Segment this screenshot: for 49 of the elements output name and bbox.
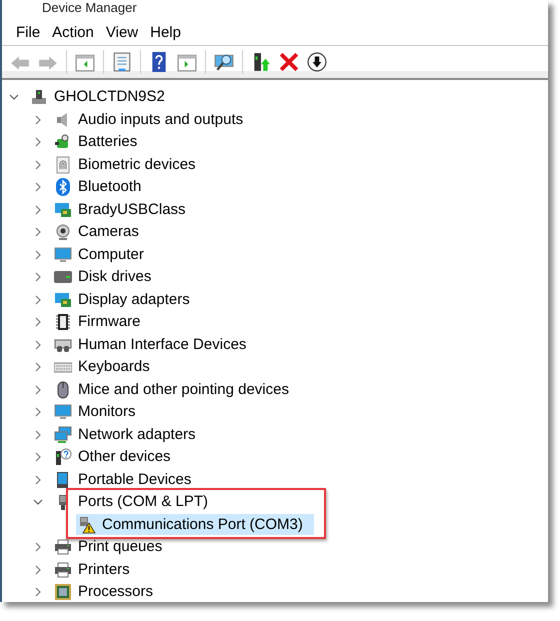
tree-item[interactable]: Cameras bbox=[52, 222, 150, 243]
document-list-icon bbox=[112, 52, 132, 72]
tree-item[interactable]: GHOLCTDN9S2 bbox=[28, 86, 176, 108]
webcam-icon bbox=[54, 223, 72, 242]
monitor-circuit-board-icon bbox=[54, 200, 72, 219]
x-icon bbox=[279, 52, 299, 72]
device-question-icon bbox=[54, 448, 72, 466]
tree-item[interactable]: Display adapters bbox=[52, 289, 201, 310]
tree-item[interactable]: Keyboards bbox=[52, 356, 161, 378]
chip-icon bbox=[54, 313, 72, 332]
monitor-magnifier-icon bbox=[214, 52, 234, 72]
monitor-icon bbox=[54, 246, 72, 264]
tree-item[interactable]: Processors bbox=[52, 582, 164, 602]
tree-item[interactable]: Network adapters bbox=[52, 424, 207, 446]
bluetooth-icon bbox=[54, 178, 72, 196]
tree-item[interactable]: Printers bbox=[52, 559, 141, 580]
menu-item[interactable]: View bbox=[102, 22, 148, 45]
tree-item[interactable]: Print queues bbox=[52, 536, 174, 558]
tree-item[interactable]: Portable Devices bbox=[52, 469, 202, 490]
tree-item[interactable]: Human Interface Devices bbox=[52, 334, 258, 356]
fingerprint-icon bbox=[54, 156, 72, 174]
tree-item[interactable]: Bluetooth bbox=[52, 176, 152, 198]
printer-icon bbox=[54, 560, 72, 579]
tree-item[interactable]: Other devices bbox=[52, 446, 182, 468]
tree-item[interactable]: Audio inputs and outputs bbox=[52, 109, 254, 130]
tree-item[interactable]: Biometric devices bbox=[52, 154, 207, 176]
tree-item[interactable]: BradyUSBClass bbox=[52, 199, 197, 220]
network-monitors-icon bbox=[54, 426, 72, 444]
processor-icon bbox=[54, 583, 72, 602]
tree-item[interactable]: Ports (COM & LPT) bbox=[52, 492, 220, 513]
tree-item[interactable]: Disk drives bbox=[52, 266, 162, 288]
pane-window-icon bbox=[177, 52, 197, 72]
tree-item[interactable]: Communications Port (COM3) bbox=[76, 514, 314, 536]
tree-item[interactable]: Mice and other pointing devices bbox=[52, 379, 300, 400]
tree-item[interactable]: Batteries bbox=[52, 132, 148, 153]
down-arrow-circle-icon bbox=[307, 52, 327, 72]
connector-warning-icon bbox=[78, 516, 96, 534]
tree-item[interactable]: Monitors bbox=[52, 402, 147, 423]
window-title: Device Manager bbox=[42, 0, 137, 16]
monitor-circuit-board-icon bbox=[54, 290, 72, 309]
pane-window-icon bbox=[75, 52, 95, 72]
menu-item[interactable]: Action bbox=[49, 22, 103, 45]
computer-icon bbox=[30, 88, 48, 106]
monitor-icon bbox=[54, 403, 72, 422]
tree-item[interactable]: Firmware bbox=[52, 312, 152, 333]
printer-icon bbox=[54, 538, 72, 556]
menu-item[interactable]: File bbox=[13, 22, 50, 45]
menu-item[interactable]: Help bbox=[147, 22, 190, 45]
tree-item[interactable]: Computer bbox=[52, 244, 155, 266]
